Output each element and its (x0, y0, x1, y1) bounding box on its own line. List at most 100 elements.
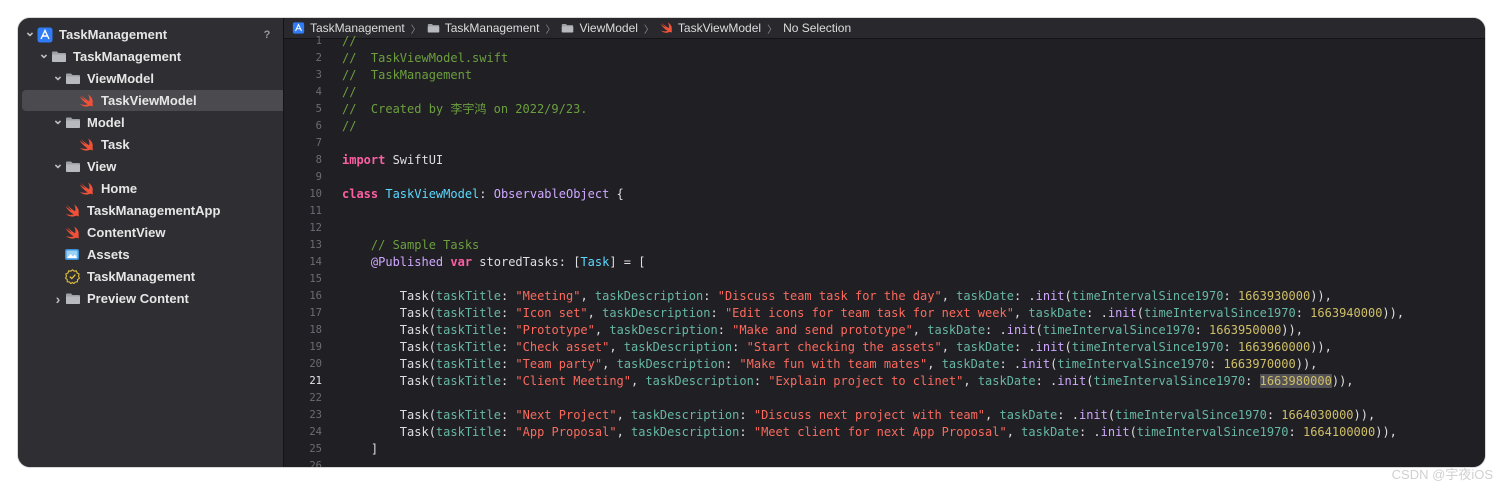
project-navigator: ⌄ TaskManagement? ⌄ TaskManagement ⌄ ViewMode… (18, 18, 317, 467)
code-token: : (1288, 425, 1303, 439)
code-token: init (1035, 289, 1065, 303)
code-token: )), (1310, 340, 1332, 354)
tree-item-taskmanagement[interactable]: ⌄ TaskManagement (22, 46, 289, 67)
code-token: taskDescription (602, 306, 711, 320)
source-editor[interactable]: TaskManagement 〉 TaskManagement 〉 ViewModel 〉… (284, 18, 1485, 467)
tree-item-home[interactable]: HomeA (22, 178, 317, 199)
code-token: , (587, 306, 603, 320)
breadcrumb-separator-icon: 〉 (767, 24, 778, 36)
tree-item-label: TaskManagement (87, 269, 196, 284)
code-token: , (616, 408, 632, 422)
code-line[interactable]: Task(taskTitle: "Prototype", taskDescrip… (342, 322, 1303, 339)
disclosure-open-icon[interactable]: ⌄ (52, 156, 64, 172)
code-line[interactable]: Task(taskTitle: "Next Project", taskDesc… (342, 407, 1375, 424)
code-token: : (1209, 357, 1224, 371)
line-number: 9 (315, 171, 322, 183)
code-line[interactable]: // TaskManagement (342, 67, 472, 84)
code-token: // (342, 34, 357, 48)
breadcrumb-label: TaskManagement (310, 21, 405, 35)
line-number: 21 (309, 375, 322, 387)
breadcrumb-label: ViewModel (579, 21, 638, 35)
breadcrumb-label: TaskViewModel (677, 21, 762, 35)
code-token: // TaskManagement (342, 68, 473, 82)
code-token: init (1107, 306, 1137, 320)
code-line[interactable]: Task(taskTitle: "Icon set", taskDescript… (342, 305, 1404, 322)
tree-item-preview-content[interactable]: › Preview Content (22, 288, 303, 309)
code-token: : . (999, 357, 1022, 371)
code-line[interactable]: class TaskViewModel: ObservableObject { (342, 186, 624, 203)
code-token: ( (1035, 323, 1043, 337)
tree-item-task[interactable]: TaskA (22, 134, 317, 155)
code-token: 1663950000 (1209, 323, 1282, 337)
code-line[interactable]: // (342, 84, 356, 101)
code-token: init (1078, 408, 1108, 422)
disclosure-open-icon[interactable]: ⌄ (52, 112, 64, 128)
code-line[interactable]: // (342, 33, 356, 50)
source-control-status-badge: ? (263, 28, 271, 41)
code-token: "App Proposal" (515, 425, 617, 439)
code-line[interactable]: ] (342, 441, 378, 458)
code-line[interactable]: Task(taskTitle: "Meeting", taskDescripti… (342, 288, 1332, 305)
code-token: : (500, 323, 516, 337)
disclosure-open-icon[interactable]: ⌄ (38, 46, 50, 62)
code-token: taskDate (1028, 306, 1087, 320)
tree-item-contentview[interactable]: ContentView? (22, 222, 303, 243)
tree-item-viewmodel[interactable]: ⌄ ViewModel (22, 68, 303, 89)
folder-icon (427, 22, 440, 34)
code-line[interactable]: // Sample Tasks (342, 237, 479, 254)
code-line[interactable]: Task(taskTitle: "Client Meeting", taskDe… (342, 373, 1354, 390)
code-token: "Next Project" (515, 408, 617, 422)
code-token: timeIntervalSince1970 (1115, 408, 1267, 422)
code-token: taskTitle (435, 323, 501, 337)
code-line[interactable]: Task(taskTitle: "Check asset", taskDescr… (342, 339, 1332, 356)
code-line[interactable]: import SwiftUI (342, 152, 443, 169)
tree-item-taskmanagement[interactable]: ⌄ TaskManagement? (22, 24, 275, 45)
folder-icon (64, 72, 81, 86)
code-line[interactable]: // Created by 李宇鸿 on 2022/9/23. (342, 101, 588, 118)
code-token: : . (1013, 340, 1036, 354)
code-token: , (1006, 425, 1022, 439)
swift-file-icon (660, 22, 673, 34)
code-token: "Make and send prototype" (732, 323, 913, 337)
breadcrumb-item[interactable]: No Selection (783, 21, 851, 35)
code-token: // (342, 119, 357, 133)
xcode-window: ⌄ TaskManagement? ⌄ TaskManagement ⌄ ViewMode… (18, 18, 1485, 467)
tree-item-taskviewmodel[interactable]: TaskViewModelA (22, 90, 317, 111)
tree-item-taskmanagementapp[interactable]: TaskManagementApp? (22, 200, 303, 221)
breadcrumb-label: No Selection (783, 21, 852, 35)
code-line[interactable]: Task(taskTitle: "Team party", taskDescri… (342, 356, 1318, 373)
code-token: "Client Meeting" (515, 374, 631, 388)
code-line[interactable]: // TaskViewModel.swift (342, 50, 508, 67)
breadcrumb-item[interactable]: ViewModel (561, 21, 638, 35)
line-number: 4 (315, 86, 322, 98)
tree-item-taskmanagement[interactable]: TaskManagement? (22, 266, 303, 287)
tree-item-model[interactable]: ⌄ Model (22, 112, 303, 133)
disclosure-open-icon[interactable]: ⌄ (24, 24, 36, 40)
code-line[interactable]: // (342, 118, 356, 135)
code-area[interactable]: // // TaskViewModel.swift // TaskManagemen… (342, 34, 1485, 467)
code-line[interactable]: Task(taskTitle: "App Proposal", taskDesc… (342, 424, 1397, 441)
code-line[interactable]: @Published var storedTasks: [Task] = [ (342, 254, 646, 271)
code-token: taskDescription (616, 357, 725, 371)
disclosure-open-icon[interactable]: ⌄ (52, 68, 64, 84)
tree-item-assets[interactable]: AssetsM (22, 244, 303, 265)
code-token: : (1295, 306, 1311, 320)
code-token: storedTasks: [ (472, 255, 581, 269)
code-token: taskDate (956, 289, 1014, 303)
disclosure-closed-icon[interactable]: › (52, 291, 64, 307)
code-token: ] (342, 442, 379, 456)
line-number: 14 (309, 256, 322, 268)
code-token: "Edit icons for team task for next week" (724, 306, 1014, 320)
code-token: 1664100000 (1302, 425, 1376, 439)
breadcrumb-item[interactable]: TaskManagement (427, 21, 539, 35)
code-token: : (500, 340, 516, 354)
breadcrumb-item[interactable]: TaskViewModel (660, 21, 761, 35)
code-token: : (500, 306, 516, 320)
code-token: class (342, 187, 379, 201)
swift-file-icon (64, 226, 81, 240)
code-token: Task( (342, 323, 436, 337)
code-token: )), (1375, 425, 1397, 439)
tree-item-view[interactable]: ⌄ View (22, 156, 303, 177)
line-number: 20 (309, 358, 322, 370)
